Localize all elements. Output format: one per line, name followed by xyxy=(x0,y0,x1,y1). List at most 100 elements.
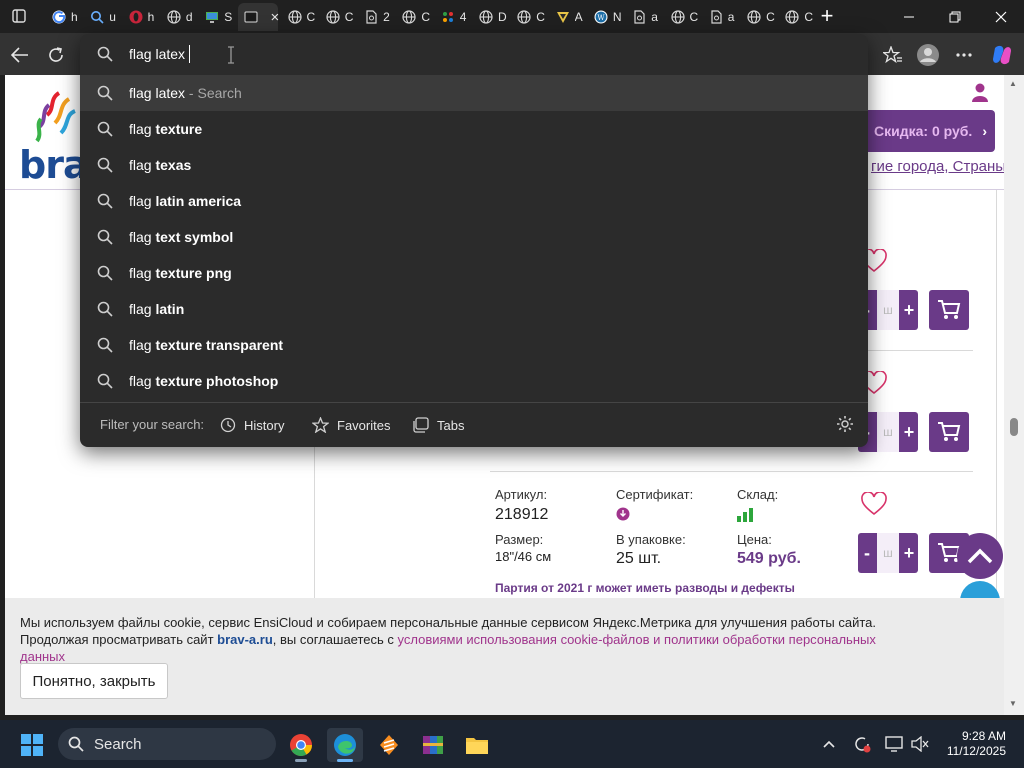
search-icon xyxy=(89,9,105,25)
browser-tab[interactable]: u xyxy=(84,3,122,31)
cookie-accept-button[interactable]: Понятно, закрыть xyxy=(20,663,168,699)
edge-icon xyxy=(334,734,356,756)
certificate-download-icon[interactable] xyxy=(616,507,630,521)
chevron-up-icon xyxy=(967,548,993,564)
qty-minus-button[interactable]: - xyxy=(858,543,876,564)
scroll-down-arrow-icon[interactable]: ▼ xyxy=(1009,699,1017,708)
gear-icon[interactable] xyxy=(836,415,854,433)
refresh-button[interactable] xyxy=(42,41,70,69)
qty-input[interactable]: ш xyxy=(877,412,899,452)
tab-actions-button[interactable] xyxy=(6,5,32,27)
logo-swirl-icon xyxy=(35,91,76,143)
add-to-cart-button[interactable] xyxy=(929,290,969,330)
qty-plus-button[interactable]: + xyxy=(900,422,918,443)
browser-tab[interactable]: a xyxy=(626,3,664,31)
browser-tab[interactable]: h xyxy=(123,3,161,31)
tab-close-icon[interactable]: × xyxy=(271,9,280,26)
discount-label: Скидка: 0 руб. xyxy=(874,123,973,139)
quantity-stepper[interactable]: - ш + xyxy=(858,533,918,573)
browser-tab[interactable]: 2 xyxy=(358,3,396,31)
search-suggestion[interactable]: flag latin america xyxy=(80,183,868,219)
browser-tab[interactable]: a xyxy=(703,3,741,31)
page-icon xyxy=(631,9,647,25)
windows-start-icon[interactable] xyxy=(20,733,44,757)
cities-link[interactable]: гие города, Страны xyxy=(871,158,1004,175)
cookie-banner: Мы используем файлы cookie, сервис EnsiC… xyxy=(5,598,1004,715)
google-icon xyxy=(51,9,67,25)
close-window-button[interactable] xyxy=(978,0,1024,33)
filter-favorites-button[interactable]: Favorites xyxy=(312,411,390,439)
browser-tab[interactable]: C xyxy=(511,3,549,31)
qty-input[interactable]: ш xyxy=(877,533,899,573)
stock-level-icon xyxy=(737,508,753,522)
winrar-app[interactable] xyxy=(415,728,451,762)
suggestion-completion: latin xyxy=(155,301,185,317)
tray-overflow-icon[interactable] xyxy=(819,734,839,754)
browser-tab[interactable]: C xyxy=(396,3,434,31)
qty-plus-button[interactable]: + xyxy=(900,300,918,321)
sublime-app[interactable] xyxy=(371,728,407,762)
search-suggestion[interactable]: flag texture photoshop xyxy=(80,363,868,399)
favorites-button[interactable] xyxy=(879,41,907,69)
taskbar-search[interactable]: Search xyxy=(58,728,276,760)
page-icon xyxy=(363,9,379,25)
discount-button[interactable]: Скидка: 0 руб. › xyxy=(855,110,995,152)
tab-title: d xyxy=(185,10,193,24)
refresh-icon xyxy=(49,47,63,62)
search-suggestion[interactable]: flag texas xyxy=(80,147,868,183)
browser-tab[interactable]: C xyxy=(779,3,817,31)
search-suggestion[interactable]: flag texture png xyxy=(80,255,868,291)
browser-tab[interactable]: N× xyxy=(237,3,280,31)
filter-tabs-button[interactable]: Tabs xyxy=(413,411,464,439)
browser-tab[interactable]: h xyxy=(46,3,84,31)
search-suggestion[interactable]: flag latin xyxy=(80,291,868,327)
suggestion-completion: latin america xyxy=(155,193,242,209)
sync-icon[interactable] xyxy=(852,734,872,754)
search-suggestion[interactable]: flag texture transparent xyxy=(80,327,868,363)
search-suggestion[interactable]: flag text symbol xyxy=(80,219,868,255)
browser-tab[interactable]: C xyxy=(282,3,320,31)
tab-title: C xyxy=(421,10,431,24)
search-suggestion[interactable]: flag latex - Search xyxy=(80,75,868,111)
minimize-button[interactable] xyxy=(886,0,932,33)
edge-app[interactable] xyxy=(327,728,363,762)
page-scrollbar[interactable]: ▲ ▼ xyxy=(1004,75,1024,715)
browser-tab[interactable]: C xyxy=(665,3,703,31)
browser-tab[interactable]: d xyxy=(161,3,199,31)
tab-title: C xyxy=(689,10,699,24)
browser-tab[interactable]: S xyxy=(199,3,237,31)
copilot-button[interactable] xyxy=(988,41,1016,69)
globe-icon xyxy=(784,9,800,25)
globe-icon xyxy=(325,9,341,25)
back-button[interactable] xyxy=(6,41,34,69)
add-to-cart-button[interactable] xyxy=(929,412,969,452)
scrollbar-thumb[interactable] xyxy=(1010,418,1018,436)
browser-tab[interactable]: C xyxy=(320,3,358,31)
browser-tab[interactable]: C xyxy=(741,3,779,31)
cart-icon xyxy=(938,422,961,441)
volume-muted-icon[interactable] xyxy=(910,734,930,754)
scroll-to-top-button[interactable] xyxy=(957,533,1003,579)
user-account-icon[interactable] xyxy=(971,83,989,103)
restore-button[interactable] xyxy=(932,0,978,33)
chrome-app[interactable] xyxy=(283,728,319,762)
display-icon[interactable] xyxy=(884,734,904,754)
search-suggestion[interactable]: flag texture xyxy=(80,111,868,147)
filter-history-button[interactable]: History xyxy=(220,411,284,439)
taskbar-clock[interactable]: 9:28 AM 11/12/2025 xyxy=(936,729,1006,759)
browser-tab[interactable]: WN xyxy=(588,3,626,31)
suggestion-text: flag texture photoshop xyxy=(129,373,278,389)
new-tab-button[interactable]: + xyxy=(815,3,839,28)
browser-tab[interactable]: 4 xyxy=(435,3,473,31)
browser-tab[interactable]: A xyxy=(550,3,588,31)
browser-tab[interactable]: D xyxy=(473,3,511,31)
scroll-up-arrow-icon[interactable]: ▲ xyxy=(1009,79,1017,88)
site-logo[interactable]: brav xyxy=(19,85,112,187)
settings-more-button[interactable] xyxy=(950,41,978,69)
profile-button[interactable] xyxy=(914,41,942,69)
qty-input[interactable]: ш xyxy=(877,290,899,330)
file-explorer-app[interactable] xyxy=(459,728,495,762)
qty-plus-button[interactable]: + xyxy=(900,543,918,564)
suggestion-text: flag texture transparent xyxy=(129,337,283,353)
favorite-heart-icon[interactable] xyxy=(861,492,887,516)
